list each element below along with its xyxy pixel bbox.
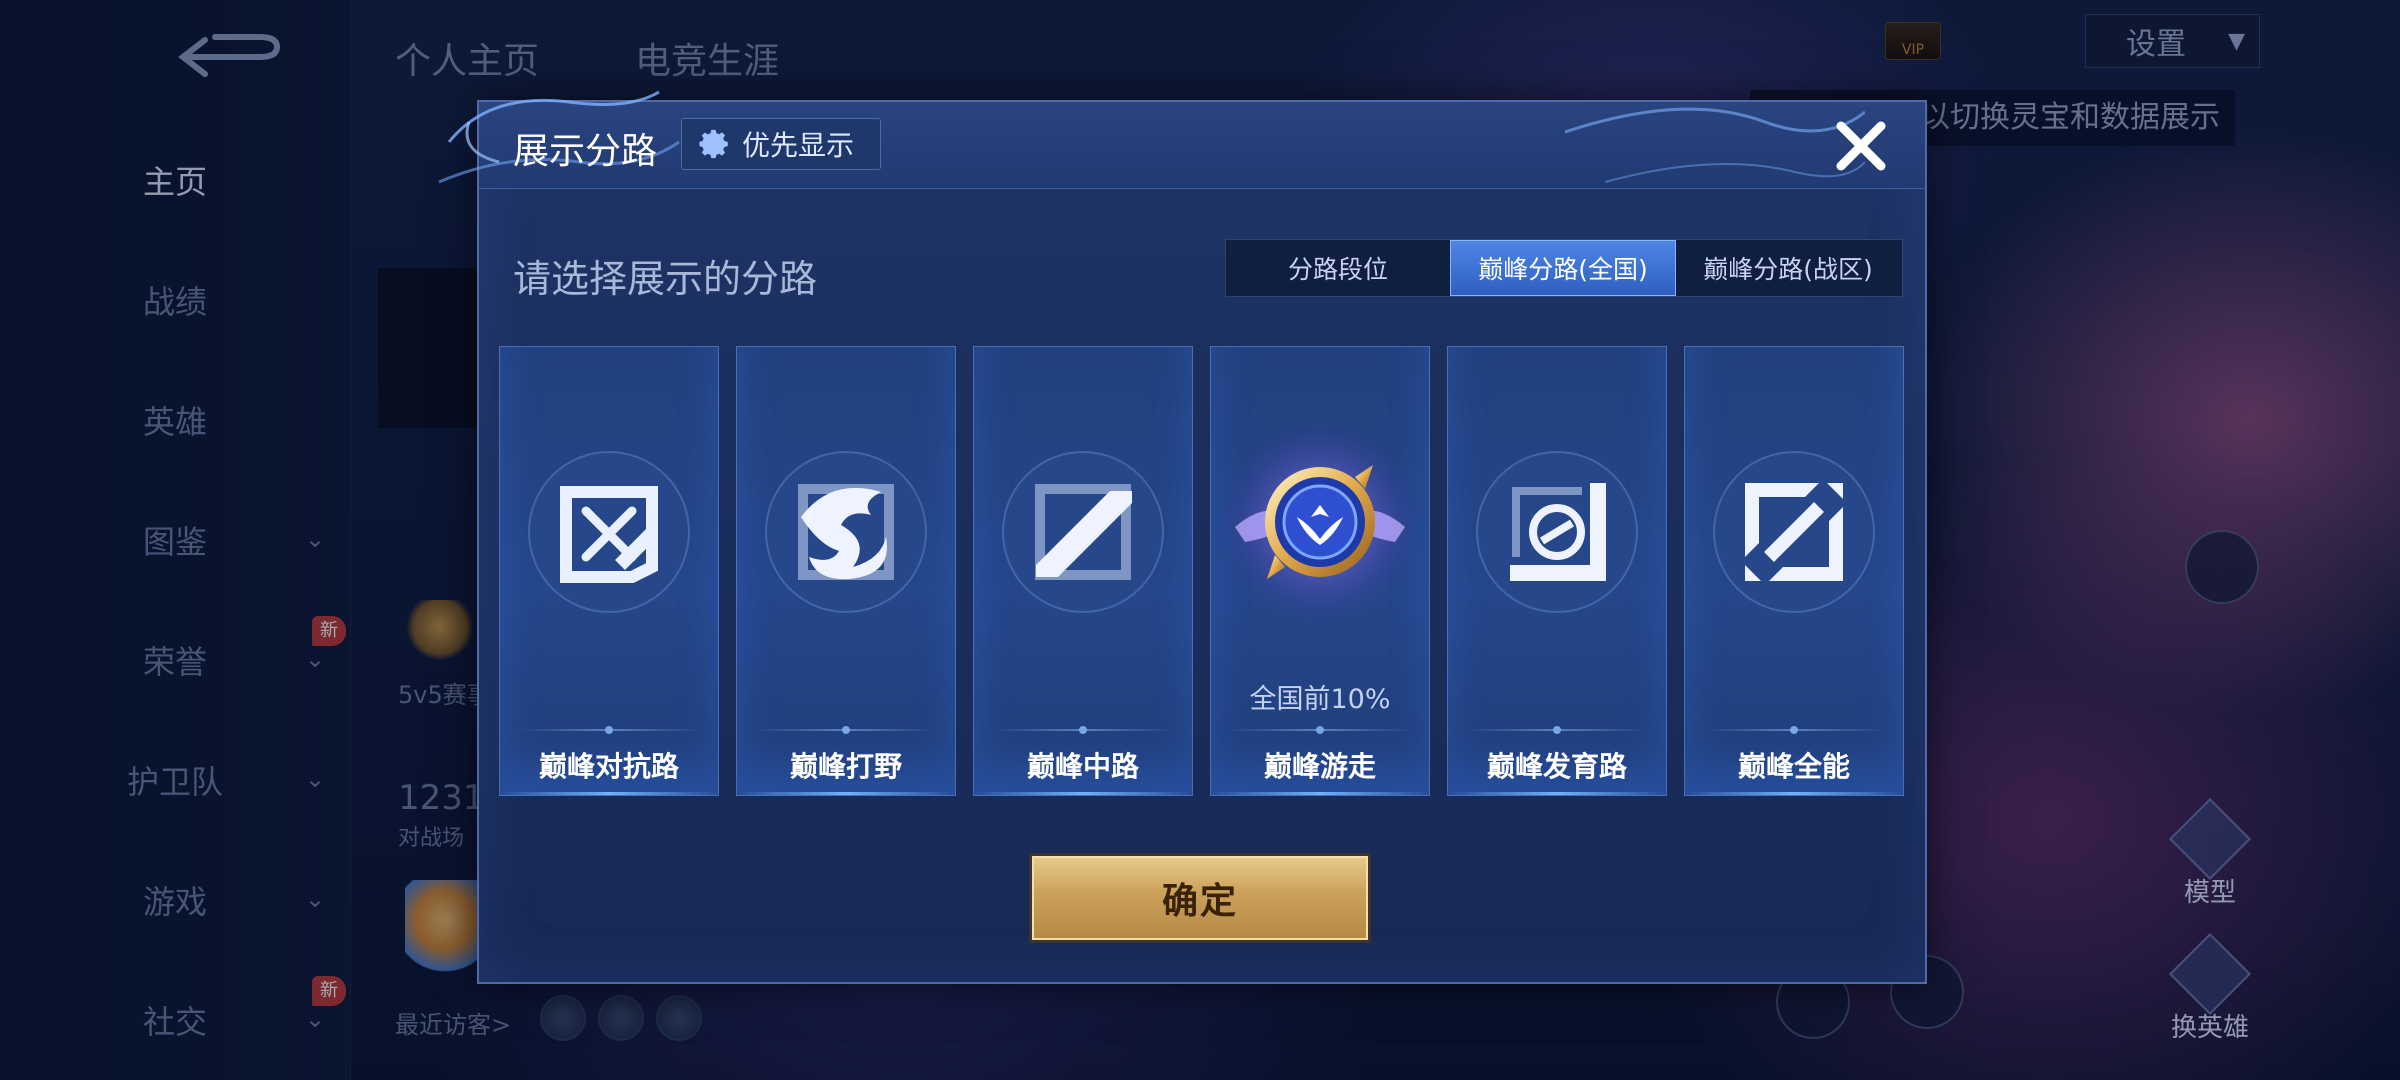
lane-card-label: 巅峰打野	[789, 750, 902, 783]
divider	[518, 726, 700, 734]
lane-card-top[interactable]: 巅峰对抗路	[499, 346, 719, 796]
decorative-swirl-icon	[1565, 107, 1865, 183]
tab-peak-lane-region[interactable]: 巅峰分路(战区)	[1676, 240, 1900, 296]
tab-lane-rank[interactable]: 分路段位	[1226, 240, 1450, 296]
lane-card-all-round[interactable]: 巅峰全能	[1684, 346, 1904, 796]
lane-card-roam[interactable]: 全国前10% 巅峰游走	[1210, 346, 1430, 796]
close-icon[interactable]	[1831, 116, 1891, 176]
dialog-title: 展示分路	[513, 131, 658, 172]
all-round-icon	[1713, 451, 1875, 613]
winged-emblem-icon	[1220, 422, 1420, 622]
dragon-icon	[765, 451, 927, 613]
sword-cross-icon	[528, 451, 690, 613]
priority-display-label: 优先显示	[742, 129, 855, 162]
confirm-button[interactable]: 确定	[1032, 856, 1368, 940]
lane-source-segmented-control: 分路段位 巅峰分路(全国) 巅峰分路(战区)	[1225, 239, 1903, 297]
lane-card-jungle[interactable]: 巅峰打野	[736, 346, 956, 796]
lane-card-label: 巅峰游走	[1263, 750, 1376, 783]
gear-icon	[699, 129, 728, 159]
lane-card-label: 巅峰中路	[1026, 750, 1139, 783]
confirm-label: 确定	[1161, 881, 1238, 922]
tab-peak-lane-national[interactable]: 巅峰分路(全国)	[1450, 240, 1676, 296]
priority-display-button[interactable]: 优先显示	[681, 118, 881, 170]
lane-card-label: 巅峰对抗路	[538, 750, 679, 783]
bow-corner-icon	[1476, 451, 1638, 613]
selection-prompt: 请选择展示的分路	[513, 257, 818, 301]
divider	[1466, 726, 1648, 734]
lane-display-dialog: 展示分路 优先显示 请选择展示的分路 分路段位 巅峰分路(全国) 巅峰分路(战区…	[438, 90, 1927, 984]
slash-bar-icon	[1002, 451, 1164, 613]
dialog-header: 展示分路 优先显示	[438, 90, 1925, 189]
lane-card-label: 巅峰发育路	[1486, 750, 1627, 783]
lane-card-mid[interactable]: 巅峰中路	[973, 346, 1193, 796]
divider	[1703, 726, 1885, 734]
lane-card-bottom[interactable]: 巅峰发育路	[1447, 346, 1667, 796]
divider	[755, 726, 937, 734]
divider	[1229, 726, 1411, 734]
divider	[992, 726, 1174, 734]
lane-card-label: 巅峰全能	[1737, 750, 1850, 783]
rank-text: 全国前10%	[1249, 684, 1391, 715]
